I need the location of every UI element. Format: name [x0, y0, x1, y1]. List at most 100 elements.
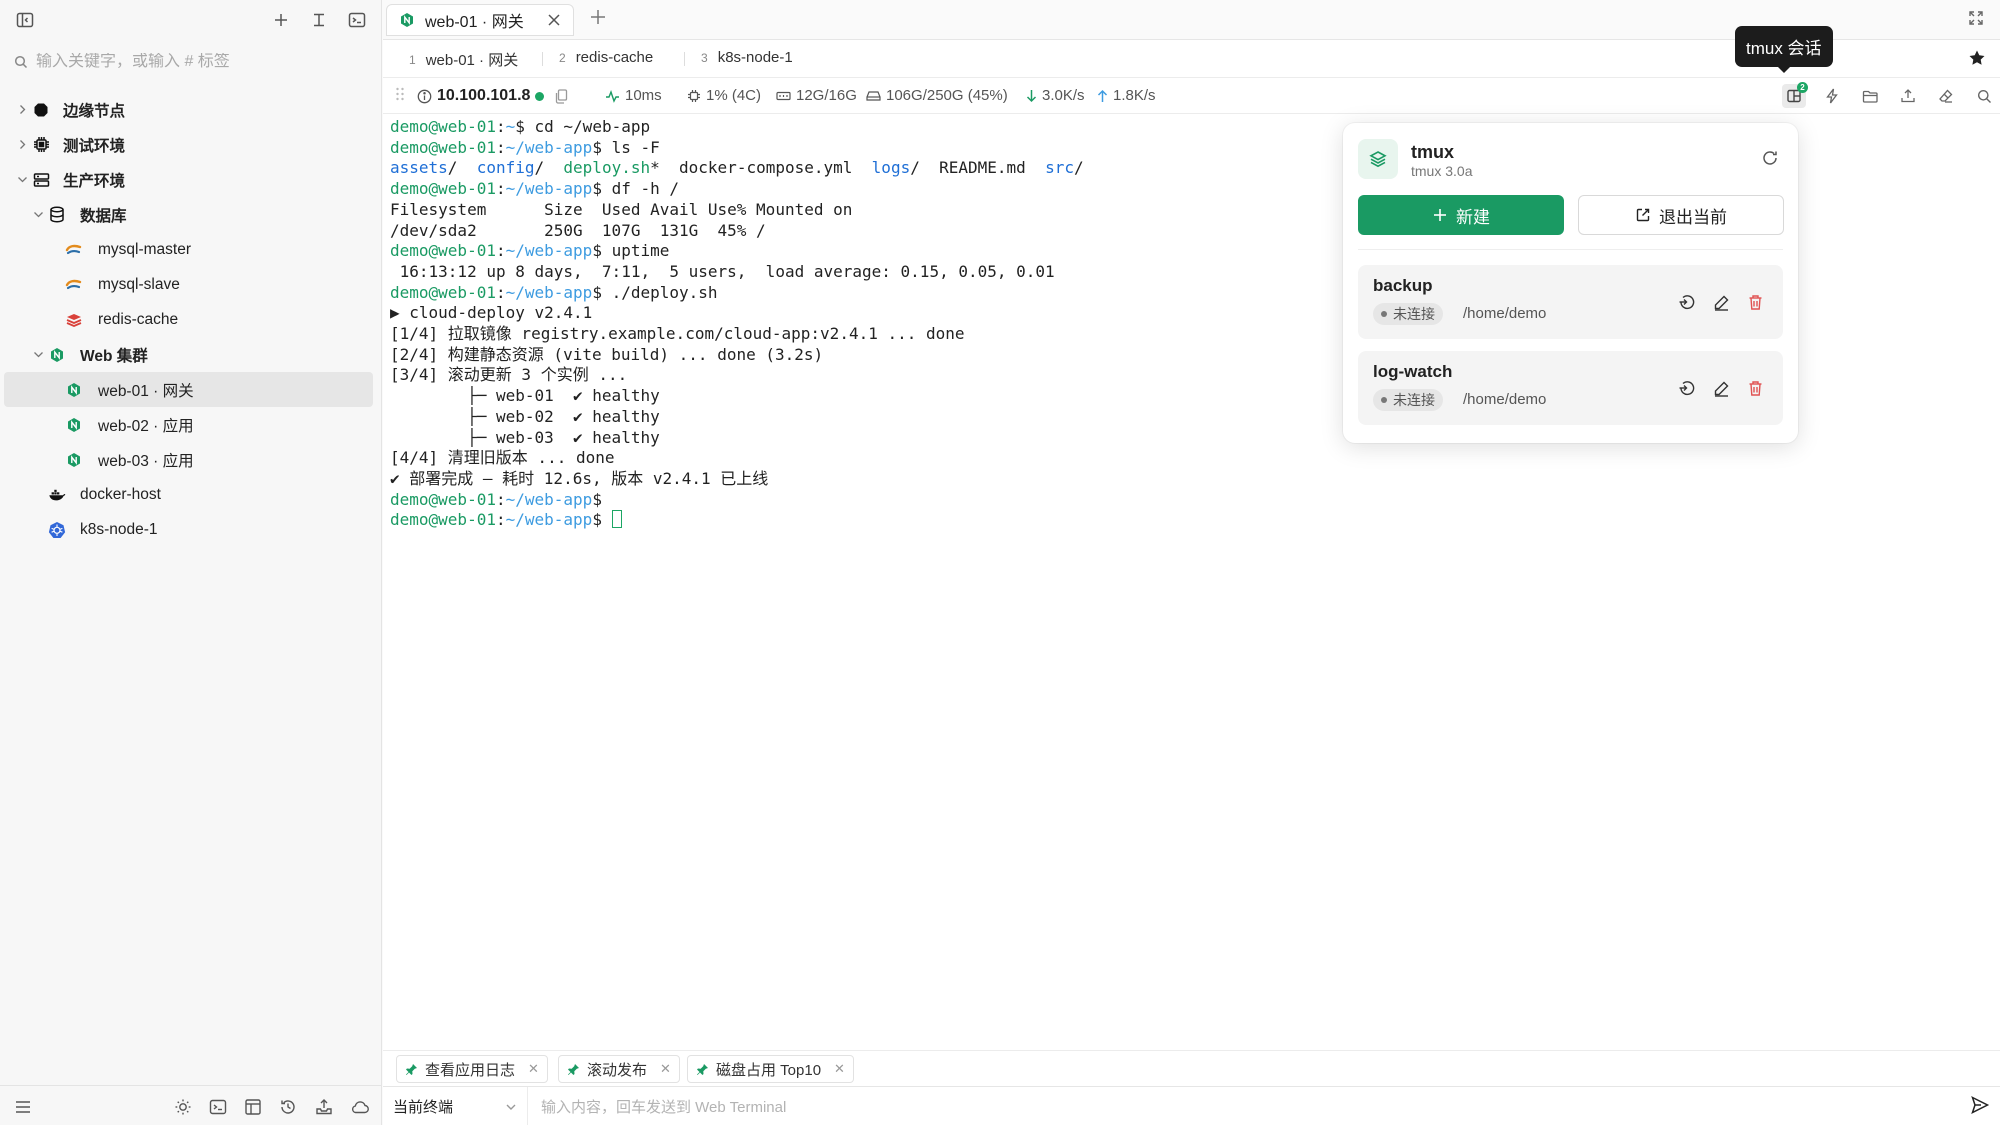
output-text: /dev/sda2 250G 107G 131G 45% /	[390, 220, 766, 240]
terminal-line: 16:13:12 up 8 days, 7:11, 5 users, load …	[390, 262, 1084, 283]
refresh-icon[interactable]	[1761, 149, 1779, 172]
search-icon[interactable]	[1972, 84, 1996, 108]
disk-readout: 106G/250G (45%)	[866, 87, 1008, 104]
terminal-line: [3/4] 滚动更新 3 个实例 ...	[390, 365, 1084, 386]
tab-web-01[interactable]: web-01 · 网关	[386, 4, 574, 36]
add-host-icon[interactable]	[269, 8, 293, 32]
sidebar-item[interactable]: web-03 · 应用	[0, 442, 381, 477]
toggle-sidebar-icon[interactable]	[13, 8, 37, 32]
upload-icon[interactable]	[1896, 84, 1920, 108]
tmux-sessions-icon[interactable]: 2	[1782, 82, 1808, 108]
drag-handle-icon[interactable]	[395, 87, 405, 101]
send-icon[interactable]	[1970, 1095, 1990, 1115]
close-icon[interactable]: ✕	[834, 1061, 845, 1077]
memory-icon	[776, 90, 791, 102]
fullscreen-icon[interactable]	[1968, 10, 1984, 31]
sidebar-item[interactable]: k8s-node-1	[0, 512, 381, 547]
sidebar-item[interactable]: docker-host	[0, 477, 381, 512]
copy-icon[interactable]	[555, 88, 568, 104]
ls-suffix: /	[447, 158, 458, 178]
session-actions	[1677, 378, 1765, 398]
subtab-separator	[684, 52, 685, 66]
new-session-button[interactable]: 新建	[1358, 195, 1564, 235]
sidebar-item[interactable]: Web 集群	[0, 337, 381, 372]
ls-entry: assets	[390, 158, 448, 178]
trash-icon[interactable]	[1745, 292, 1765, 312]
new-tab-icon[interactable]	[589, 8, 607, 31]
terminal-line: Filesystem Size Used Avail Use% Mounted …	[390, 200, 1084, 221]
history-icon[interactable]	[277, 1096, 299, 1118]
search-input[interactable]	[36, 53, 356, 71]
target-select[interactable]: 当前终端	[383, 1087, 528, 1125]
chevron-down-icon[interactable]	[15, 173, 29, 187]
chevron-right-icon[interactable]	[15, 138, 29, 152]
terminal-icon[interactable]	[345, 8, 369, 32]
close-icon[interactable]: ✕	[528, 1061, 539, 1077]
sidebar-item-label: 数据库	[80, 207, 127, 225]
subtab-1[interactable]: 1 web-01 · 网关	[409, 49, 518, 70]
sidebar-item[interactable]: web-01 · 网关	[4, 372, 373, 407]
terminal-line: demo@web-01:~/web-app$ ls -F	[390, 137, 660, 157]
tmux-session-item[interactable]: backup 未连接/home/demo	[1358, 265, 1783, 339]
edit-icon[interactable]	[1711, 292, 1731, 312]
sidebar-item[interactable]: 边缘节点	[0, 92, 381, 127]
edit-icon[interactable]	[1711, 378, 1731, 398]
folder-icon[interactable]	[1858, 84, 1882, 108]
close-icon[interactable]: ✕	[660, 1061, 671, 1077]
subtab-number: 3	[701, 50, 708, 65]
info-icon	[417, 89, 432, 104]
trash-icon[interactable]	[1745, 378, 1765, 398]
external-link-icon	[1635, 207, 1651, 223]
sidebar-item[interactable]: redis-cache	[0, 302, 381, 337]
close-icon[interactable]	[547, 13, 561, 27]
cloud-icon[interactable]	[349, 1096, 371, 1118]
menu-icon[interactable]	[12, 1096, 34, 1118]
star-icon[interactable]	[1968, 49, 1986, 71]
subtab-label: redis-cache	[575, 49, 654, 66]
nginx-icon	[65, 416, 83, 434]
nginx-icon	[65, 451, 83, 469]
prompt-path: ~	[505, 117, 516, 136]
pin-icon	[405, 1063, 418, 1076]
command-text: df -h /	[611, 179, 680, 199]
octagon-icon	[32, 101, 50, 119]
terminal-line: ▶ cloud-deploy v2.4.1	[390, 303, 1084, 324]
kubernetes-icon	[48, 521, 66, 539]
chevron-right-icon[interactable]	[15, 103, 29, 117]
attach-icon[interactable]	[1677, 378, 1697, 398]
ls-suffix: /	[910, 158, 920, 178]
nginx-icon	[65, 381, 83, 399]
attach-icon[interactable]	[1677, 292, 1697, 312]
status-badge: 未连接	[1373, 389, 1443, 411]
upload-tray-icon[interactable]	[313, 1096, 335, 1118]
sidebar-item[interactable]: 生产环境	[0, 162, 381, 197]
terminal-line: demo@web-01:~/web-app$ ./deploy.sh	[390, 282, 718, 302]
chevron-down-icon[interactable]	[31, 208, 45, 222]
snippet-chip[interactable]: 滚动发布 ✕	[558, 1055, 680, 1083]
database-icon	[48, 206, 66, 224]
chevron-down-icon[interactable]	[31, 348, 45, 362]
layout-icon[interactable]	[242, 1096, 264, 1118]
sidebar-item-label: 测试环境	[63, 137, 126, 155]
subtab-2[interactable]: 2 redis-cache	[559, 49, 653, 66]
sidebar-item[interactable]: 测试环境	[0, 127, 381, 162]
eraser-icon[interactable]	[1934, 84, 1958, 108]
detach-session-button[interactable]: 退出当前	[1578, 195, 1784, 235]
pin-icon	[696, 1063, 709, 1076]
tmux-session-item[interactable]: log-watch 未连接/home/demo	[1358, 351, 1783, 425]
lightning-icon[interactable]	[1820, 84, 1844, 108]
sidebar-item[interactable]: 数据库	[0, 197, 381, 232]
prompt-user: demo@web-01	[390, 117, 496, 136]
subtab-3[interactable]: 3 k8s-node-1	[701, 49, 793, 66]
snippet-chip[interactable]: 磁盘占用 Top10 ✕	[687, 1055, 854, 1083]
sidebar-item[interactable]: mysql-master	[0, 232, 381, 267]
theme-sun-icon[interactable]	[172, 1096, 194, 1118]
console-icon[interactable]	[207, 1096, 229, 1118]
text-cursor-icon[interactable]	[307, 8, 331, 32]
sidebar-item[interactable]: mysql-slave	[0, 267, 381, 302]
sidebar-item[interactable]: web-02 · 应用	[0, 407, 381, 442]
terminal-output[interactable]: demo@web-01:~$ cd ~/web-app demo@web-01:~…	[390, 117, 1084, 531]
prompt-user: demo@web-01	[390, 179, 496, 199]
snippet-chip[interactable]: 查看应用日志 ✕	[396, 1055, 548, 1083]
command-input[interactable]	[541, 1095, 1741, 1119]
